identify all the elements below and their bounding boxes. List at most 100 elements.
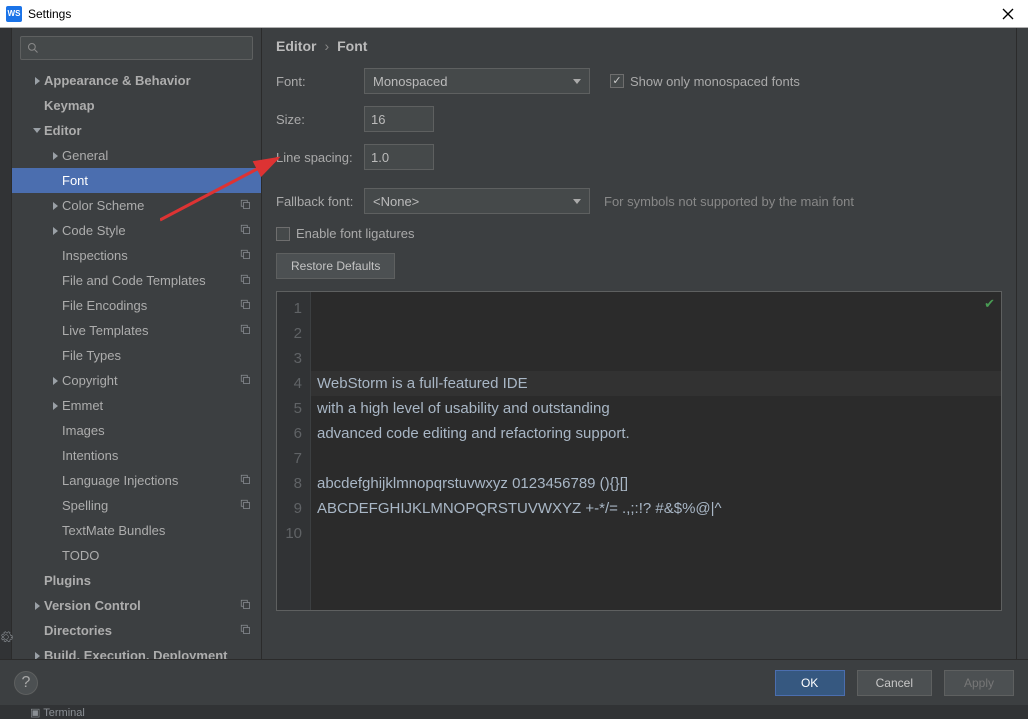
show-monospaced-label: Show only monospaced fonts [630,74,800,89]
tree-item-inspections[interactable]: Inspections [12,243,261,268]
cancel-button[interactable]: Cancel [857,670,932,696]
tree-item-keymap[interactable]: Keymap [12,93,261,118]
tree-item-label: Spelling [62,498,108,513]
tree-item-font[interactable]: Font [12,168,261,193]
terminal-tool-button[interactable]: ▣ Terminal [30,706,85,719]
statusbar-fragment: ▣ Terminal [0,705,1028,719]
window-title: Settings [28,7,994,21]
tree-item-label: Emmet [62,398,103,413]
tree-item-label: File Encodings [62,298,147,313]
linespacing-label: Line spacing: [276,150,364,165]
search-input[interactable] [20,36,253,60]
tree-item-label: Build, Execution, Deployment [44,648,227,659]
tree-item-file-encodings[interactable]: File Encodings [12,293,261,318]
chevron-right-icon [48,377,62,385]
show-monospaced-checkbox[interactable] [610,74,624,88]
tree-item-label: TODO [62,548,99,563]
chevron-down-icon [573,199,581,204]
app-icon: WS [6,6,22,22]
tree-item-label: Font [62,173,88,188]
scheme-scope-icon [239,273,251,288]
tree-item-label: Appearance & Behavior [44,73,191,88]
right-gutter [1016,28,1028,659]
chevron-right-icon [48,152,62,160]
font-combo-value: Monospaced [373,74,447,89]
tree-item-plugins[interactable]: Plugins [12,568,261,593]
restore-defaults-button[interactable]: Restore Defaults [276,253,395,279]
chevron-down-icon [30,128,44,133]
tree-item-label: Language Injections [62,473,178,488]
tree-item-file-and-code-templates[interactable]: File and Code Templates [12,268,261,293]
settings-sidebar: Appearance & Behavior Keymap Editor General… [12,28,262,659]
search-field[interactable] [43,41,246,55]
preview-gutter: 12345678910 [277,292,311,610]
tree-item-editor[interactable]: Editor [12,118,261,143]
tree-item-version-control[interactable]: Version Control [12,593,261,618]
tree-item-label: Copyright [62,373,118,388]
close-button[interactable] [994,0,1022,28]
tree-item-label: Images [62,423,105,438]
tree-item-images[interactable]: Images [12,418,261,443]
linespacing-input[interactable] [364,144,434,170]
preview-line: abcdefghijklmnopqrstuvwxyz 0123456789 ()… [317,471,1001,496]
chevron-right-icon [48,227,62,235]
tree-item-todo[interactable]: TODO [12,543,261,568]
ok-button[interactable]: OK [775,670,845,696]
chevron-right-icon [48,402,62,410]
font-combo[interactable]: Monospaced [364,68,590,94]
ligatures-checkbox[interactable] [276,227,290,241]
tree-item-label: Code Style [62,223,126,238]
font-preview[interactable]: 12345678910 WebStorm is a full-featured … [276,291,1002,611]
apply-button[interactable]: Apply [944,670,1014,696]
tree-item-textmate-bundles[interactable]: TextMate Bundles [12,518,261,543]
tree-item-spelling[interactable]: Spelling [12,493,261,518]
preview-line [317,571,1001,596]
tree-item-label: Live Templates [62,323,148,338]
help-button[interactable]: ? [14,671,38,695]
tree-item-language-injections[interactable]: Language Injections [12,468,261,493]
chevron-down-icon [573,79,581,84]
tree-item-intentions[interactable]: Intentions [12,443,261,468]
tree-item-label: Color Scheme [62,198,144,213]
search-icon [27,42,39,54]
tree-item-code-style[interactable]: Code Style [12,218,261,243]
tree-item-label: File and Code Templates [62,273,206,288]
chevron-right-icon [30,77,44,85]
tree-item-file-types[interactable]: File Types [12,343,261,368]
tree-item-copyright[interactable]: Copyright [12,368,261,393]
inspection-ok-icon: ✔ [984,296,995,312]
preview-line: WebStorm is a full-featured IDE [317,371,1001,396]
fallback-label: Fallback font: [276,194,364,209]
tree-item-appearance-behavior[interactable]: Appearance & Behavior [12,68,261,93]
titlebar: WS Settings [0,0,1028,28]
breadcrumb: Editor › Font [262,28,1016,64]
tree-item-label: General [62,148,108,163]
tree-item-directories[interactable]: Directories [12,618,261,643]
chevron-right-icon [48,202,62,210]
size-input[interactable] [364,106,434,132]
fallback-combo-value: <None> [373,194,419,209]
preview-line: ABCDEFGHIJKLMNOPQRSTUVWXYZ +-*/= .,;:!? … [317,496,1001,521]
scheme-scope-icon [239,323,251,338]
tree-item-color-scheme[interactable]: Color Scheme [12,193,261,218]
ligatures-label: Enable font ligatures [296,226,415,241]
scheme-scope-icon [239,373,251,388]
settings-main: Editor › Font Font: Monospaced Show only… [262,28,1016,659]
preview-line [317,546,1001,571]
preview-line: with a high level of usability and outst… [317,396,1001,421]
breadcrumb-root: Editor [276,38,316,54]
tree-item-live-templates[interactable]: Live Templates [12,318,261,343]
tree-item-label: Keymap [44,98,95,113]
size-label: Size: [276,112,364,127]
fallback-combo[interactable]: <None> [364,188,590,214]
left-gutter [0,28,12,659]
tree-item-general[interactable]: General [12,143,261,168]
font-label: Font: [276,74,364,89]
chevron-right-icon [30,602,44,610]
preview-line: advanced code editing and refactoring su… [317,421,1001,446]
tree-item-build-execution-deployment[interactable]: Build, Execution, Deployment [12,643,261,659]
tree-item-emmet[interactable]: Emmet [12,393,261,418]
breadcrumb-leaf: Font [337,38,367,54]
settings-tree[interactable]: Appearance & Behavior Keymap Editor General… [12,64,261,659]
close-icon [1002,8,1014,20]
